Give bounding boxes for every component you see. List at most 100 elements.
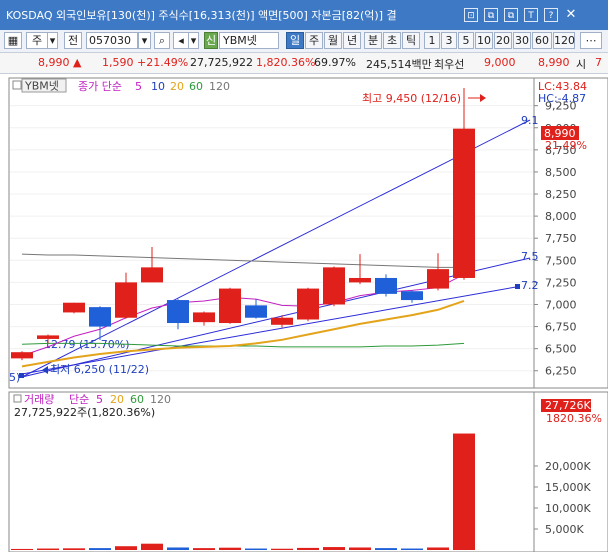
- interval-1[interactable]: 1: [424, 32, 440, 49]
- volume-bar[interactable]: [453, 433, 475, 550]
- market-dropdown-icon[interactable]: ▾: [48, 32, 58, 49]
- volume-box-pct: 1820.36%: [546, 412, 602, 425]
- volume-bar[interactable]: [193, 548, 215, 550]
- left-edge-label: 5): [9, 371, 20, 384]
- price-tick-label: 7,500: [545, 254, 577, 267]
- price-tick-label: 6,500: [545, 343, 577, 356]
- volume-bar[interactable]: [349, 547, 371, 550]
- volume-bar[interactable]: [37, 548, 59, 550]
- restore-icon[interactable]: ⊡: [464, 8, 478, 22]
- volume-bar[interactable]: [323, 547, 345, 550]
- bid-value: 9,000: [484, 56, 516, 69]
- sound-dropdown-icon[interactable]: ▾: [189, 32, 199, 49]
- change-value: 1,590: [102, 56, 134, 69]
- candle-body[interactable]: [375, 277, 397, 294]
- candle-body[interactable]: [401, 291, 423, 301]
- market-select[interactable]: 주: [26, 32, 48, 49]
- copy-window-icon[interactable]: ⧉: [484, 8, 498, 22]
- candle-body[interactable]: [323, 267, 345, 305]
- prev-button[interactable]: 전: [64, 32, 82, 49]
- volume-bar[interactable]: [11, 548, 33, 550]
- volume-value: 27,725,922: [190, 56, 253, 69]
- interval-60[interactable]: 60: [532, 32, 552, 49]
- volume-bar[interactable]: [271, 548, 293, 550]
- more-options-icon[interactable]: ⋯: [580, 32, 602, 49]
- volume-bar[interactable]: [297, 547, 319, 550]
- candle-body[interactable]: [271, 317, 293, 325]
- code-dropdown-icon[interactable]: ▾: [138, 32, 151, 49]
- quote-strip: 8,990 ▲ 1,590 +21.49% 27,725,922 1,820.3…: [0, 53, 608, 74]
- volume-bar[interactable]: [245, 548, 267, 550]
- price-tick-label: 8,500: [545, 166, 577, 179]
- volume-ma-120: 120: [150, 393, 171, 406]
- volume-bar[interactable]: [167, 547, 189, 550]
- candle-body[interactable]: [89, 307, 111, 327]
- period-tick[interactable]: 틱: [402, 32, 420, 49]
- candle-body[interactable]: [63, 302, 85, 313]
- period-minute[interactable]: 분: [364, 32, 382, 49]
- bid-label: 최우선: [434, 58, 465, 71]
- candle-body[interactable]: [11, 352, 33, 359]
- trendline-anchor-right[interactable]: [515, 284, 520, 289]
- grid-icon[interactable]: ▦: [4, 32, 22, 49]
- candle-body[interactable]: [37, 335, 59, 339]
- trend-label-mid: 7.5: [521, 250, 539, 263]
- price-tick-label: 8,250: [545, 188, 577, 201]
- period-month[interactable]: 월: [324, 32, 342, 49]
- candle-body[interactable]: [115, 282, 137, 318]
- volume-ratio: 1,820.36%: [256, 56, 316, 69]
- volume-bar[interactable]: [63, 548, 85, 550]
- current-price: 8,990: [38, 56, 70, 69]
- close-icon[interactable]: ✕: [564, 8, 578, 22]
- high-annotation: 최고 9,450 (12/16): [362, 92, 461, 105]
- candle-body[interactable]: [141, 267, 163, 283]
- candle-body[interactable]: [453, 128, 475, 278]
- candle-body[interactable]: [297, 288, 319, 320]
- candle-body[interactable]: [427, 269, 449, 289]
- volume-bar[interactable]: [115, 546, 137, 550]
- sound-icon[interactable]: ◂: [173, 32, 189, 49]
- volume-bar[interactable]: [219, 547, 241, 550]
- volume-tick-label: 20,000K: [545, 460, 591, 473]
- trend-label-upper: 9.1: [521, 114, 539, 127]
- candle-body[interactable]: [349, 277, 371, 283]
- volume-bar[interactable]: [89, 548, 111, 550]
- interval-30[interactable]: 30: [513, 32, 531, 49]
- volume-tick-label: 5,000K: [545, 523, 584, 536]
- code-input[interactable]: 057030: [86, 32, 138, 49]
- period-day[interactable]: 일: [286, 32, 304, 49]
- price-tick-label: 7,000: [545, 298, 577, 311]
- volume-bar[interactable]: [401, 548, 423, 550]
- interval-5[interactable]: 5: [458, 32, 474, 49]
- candle-body[interactable]: [167, 300, 189, 324]
- period-second[interactable]: 초: [383, 32, 401, 49]
- stock-tag-badge: 신: [204, 32, 218, 49]
- trend-label-left: 12.79 (15.70%): [44, 338, 130, 351]
- interval-3[interactable]: 3: [441, 32, 457, 49]
- volume-bar[interactable]: [427, 547, 449, 550]
- stock-name-field: YBM넷: [219, 32, 279, 49]
- candle-body[interactable]: [219, 288, 241, 324]
- candle-body[interactable]: [193, 312, 215, 323]
- candle-body[interactable]: [245, 305, 267, 318]
- price-tick-label: 6,750: [545, 321, 577, 334]
- font-icon[interactable]: T: [524, 8, 538, 22]
- name-tag: YBM넷: [24, 80, 59, 93]
- interval-120[interactable]: 120: [553, 32, 575, 49]
- interval-20[interactable]: 20: [494, 32, 512, 49]
- volume-value-line: 27,725,922주(1,820.36%): [14, 406, 155, 419]
- rate-value: 69.97%: [314, 56, 356, 69]
- period-week[interactable]: 주: [305, 32, 323, 49]
- volume-bar[interactable]: [375, 548, 397, 550]
- search-icon[interactable]: ⌕: [154, 32, 170, 49]
- link-window-icon[interactable]: ⧉: [504, 8, 518, 22]
- volume-bar[interactable]: [141, 543, 163, 550]
- interval-10[interactable]: 10: [475, 32, 493, 49]
- ma-20-label: 20: [170, 80, 184, 93]
- volume-ma-60: 60: [130, 393, 144, 406]
- help-icon[interactable]: ?: [544, 8, 558, 22]
- period-year[interactable]: 년: [343, 32, 361, 49]
- volume-tick-label: 10,000K: [545, 502, 591, 515]
- chart-area[interactable]: YBM넷 종가 단순 5 10 20 60 120 LC:43.84 HC:-4…: [0, 74, 608, 553]
- price-tick-label: 6,250: [545, 365, 577, 378]
